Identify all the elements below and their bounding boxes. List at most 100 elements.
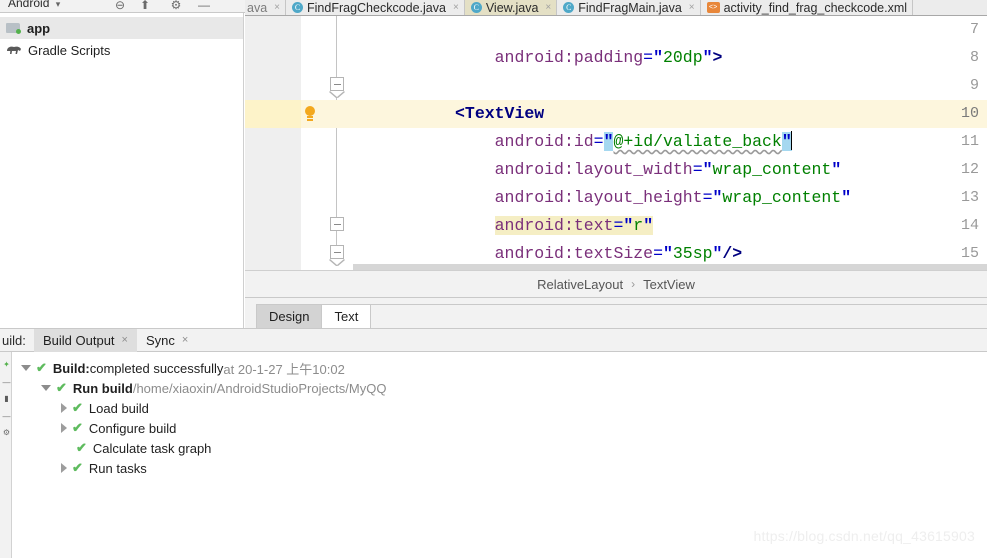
tab-bar-filler: [371, 304, 987, 328]
intention-lightbulb-icon[interactable]: [303, 106, 317, 122]
build-row-label: Load build: [88, 400, 149, 416]
close-icon[interactable]: ×: [122, 334, 128, 346]
build-row-run-build[interactable]: ✔ Run build /home/xiaoxin/AndroidStudioP…: [13, 378, 987, 398]
build-row-run-tasks[interactable]: ✔ Run tasks: [13, 458, 987, 478]
code-line-7: android:padding="20dp">: [494, 48, 723, 67]
code-line-14: android:textSize="35sp"/>: [494, 244, 743, 263]
project-view-dropdown-label: Android: [8, 0, 50, 10]
chevron-right-icon[interactable]: [61, 423, 67, 433]
tab-design[interactable]: Design: [256, 304, 323, 328]
tree-item-gradle-scripts[interactable]: Gradle Scripts: [0, 39, 243, 61]
tree-item-app[interactable]: app: [0, 17, 243, 39]
success-check-icon: ✔: [76, 440, 87, 455]
build-row-configure-build[interactable]: ✔ Configure build: [13, 418, 987, 438]
fold-marker-line-14[interactable]: [330, 217, 344, 231]
android-studio-window: Android ▾ ⊖ ⬆ ⚙ — app Gradle Scripts ava…: [0, 0, 987, 558]
editor-tab-partial[interactable]: ava ×: [245, 0, 286, 15]
code-line-12: android:layout_height="wrap_content": [494, 188, 852, 207]
tree-item-gradle-scripts-label: Gradle Scripts: [28, 42, 111, 58]
code-line-11: android:layout_width="wrap_content": [494, 160, 842, 179]
line-number: 7: [969, 21, 979, 38]
code-line-13: android:text="r": [494, 216, 654, 235]
collapse-rows-icon[interactable]: —: [2, 378, 11, 387]
folder-module-icon: [6, 22, 21, 34]
build-tab-bar: uild: Build Output × Sync ×: [0, 328, 987, 352]
build-row-build-completed[interactable]: ✔ Build: completed successfully at 20-1-…: [13, 358, 987, 378]
build-row-timestamp: at 20-1-27 上午10:02: [223, 361, 345, 377]
editor-tab-view-label: View.java: [485, 0, 539, 15]
close-icon[interactable]: ×: [545, 2, 551, 13]
editor-tab-findfragmain-label: FindFragMain.java: [578, 0, 682, 15]
xml-file-icon: <>: [706, 2, 720, 13]
line-number: 11: [960, 133, 979, 150]
chevron-down-icon[interactable]: [21, 365, 31, 371]
tab-text[interactable]: Text: [322, 304, 372, 328]
build-row-calculate-task-graph[interactable]: ✔ Calculate task graph: [13, 438, 987, 458]
editor-tab-findfragmain[interactable]: C FindFragMain.java ×: [557, 0, 701, 15]
tab-build-output[interactable]: Build Output ×: [34, 328, 137, 352]
editor-tab-bar: ava × C FindFragCheckcode.java × C View.…: [245, 0, 987, 16]
java-file-icon: C: [292, 2, 303, 13]
settings-icon[interactable]: ⚙: [2, 428, 11, 437]
project-toolbar: Android ▾ ⊖ ⬆ ⚙ —: [0, 0, 245, 13]
editor-icon-gutter: [301, 16, 356, 270]
java-file-icon: C: [470, 2, 482, 13]
project-tool-window: Android ▾ ⊖ ⬆ ⚙ — app Gradle Scripts: [0, 0, 245, 328]
breadcrumb-item-textview[interactable]: TextView: [643, 277, 695, 292]
editor-tab-findfragcheckcode[interactable]: C FindFragCheckcode.java ×: [286, 0, 465, 15]
minus-row-icon[interactable]: —: [2, 412, 11, 421]
project-view-dropdown[interactable]: Android ▾: [8, 0, 60, 10]
project-tree: app Gradle Scripts: [0, 13, 244, 328]
toggle-soft-wrap-icon[interactable]: ▮: [2, 394, 11, 403]
build-row-label: Run tasks: [88, 460, 147, 476]
close-icon[interactable]: ×: [453, 2, 459, 13]
build-row-path: /home/xiaoxin/AndroidStudioProjects/MyQQ: [132, 380, 387, 396]
expand-all-icon[interactable]: ⬆: [137, 0, 153, 13]
fold-marker-tip-line-9: [330, 91, 344, 97]
code-line-10: android:id="@+id/valiate_back": [494, 131, 793, 151]
close-icon[interactable]: ×: [182, 334, 188, 346]
line-number: 13: [960, 189, 979, 206]
editor-tab-view[interactable]: C View.java ×: [464, 0, 558, 15]
editor-gutter[interactable]: [245, 16, 301, 270]
build-row-load-build[interactable]: ✔ Load build: [13, 398, 987, 418]
chevron-down-icon[interactable]: [41, 385, 51, 391]
fold-marker-line-9[interactable]: [330, 77, 344, 91]
success-check-icon: ✔: [56, 380, 67, 395]
current-line-gutter-highlight: [245, 100, 301, 128]
breadcrumb-item-relativelayout[interactable]: RelativeLayout: [537, 277, 623, 292]
code-line-9: <TextView: [455, 104, 545, 123]
editor-tab-findfragcheckcode-label: FindFragCheckcode.java: [307, 0, 446, 15]
fold-marker-tip-line-15: [330, 259, 344, 265]
success-check-icon: ✔: [72, 420, 83, 435]
chevron-down-icon: ▾: [55, 0, 61, 9]
build-side-toolbar: ✦ — ▮ — ⚙: [0, 352, 12, 558]
restart-build-icon[interactable]: ✦: [2, 360, 11, 369]
java-file-icon: C: [563, 2, 575, 13]
line-number: 14: [960, 217, 979, 234]
gradle-elephant-icon: [6, 44, 22, 57]
fold-marker-line-15[interactable]: [330, 245, 344, 259]
build-tool-window: uild: Build Output × Sync × ✦ — ▮ — ⚙ ✔ …: [0, 328, 987, 558]
collapse-all-icon[interactable]: ⊖: [112, 0, 128, 13]
tree-item-app-label: app: [27, 20, 51, 36]
build-row-text: completed successfully: [89, 360, 224, 376]
design-text-tab-bar: Design Text: [245, 297, 987, 328]
close-icon[interactable]: ×: [274, 2, 280, 13]
chevron-right-icon[interactable]: [61, 463, 67, 473]
line-number: 12: [960, 161, 979, 178]
watermark-text: https://blog.csdn.net/qq_43615903: [753, 528, 975, 544]
close-icon[interactable]: ×: [689, 2, 695, 13]
success-check-icon: ✔: [72, 400, 83, 415]
editor-tab-activity-xml[interactable]: <> activity_find_frag_checkcode.xml: [700, 0, 914, 15]
code-editor[interactable]: 7 8 9 10 11 12 13 14 15 android:padding=…: [245, 16, 987, 270]
settings-gear-icon[interactable]: ⚙: [168, 0, 184, 13]
line-number-current: 10: [960, 105, 979, 122]
chevron-right-icon[interactable]: [61, 403, 67, 413]
build-row-label: Run build: [72, 380, 133, 396]
success-check-icon: ✔: [72, 460, 83, 475]
tab-sync[interactable]: Sync ×: [137, 329, 197, 352]
hide-panel-icon[interactable]: —: [196, 0, 212, 13]
success-check-icon: ✔: [36, 360, 47, 375]
build-tool-window-label: uild:: [2, 332, 26, 348]
